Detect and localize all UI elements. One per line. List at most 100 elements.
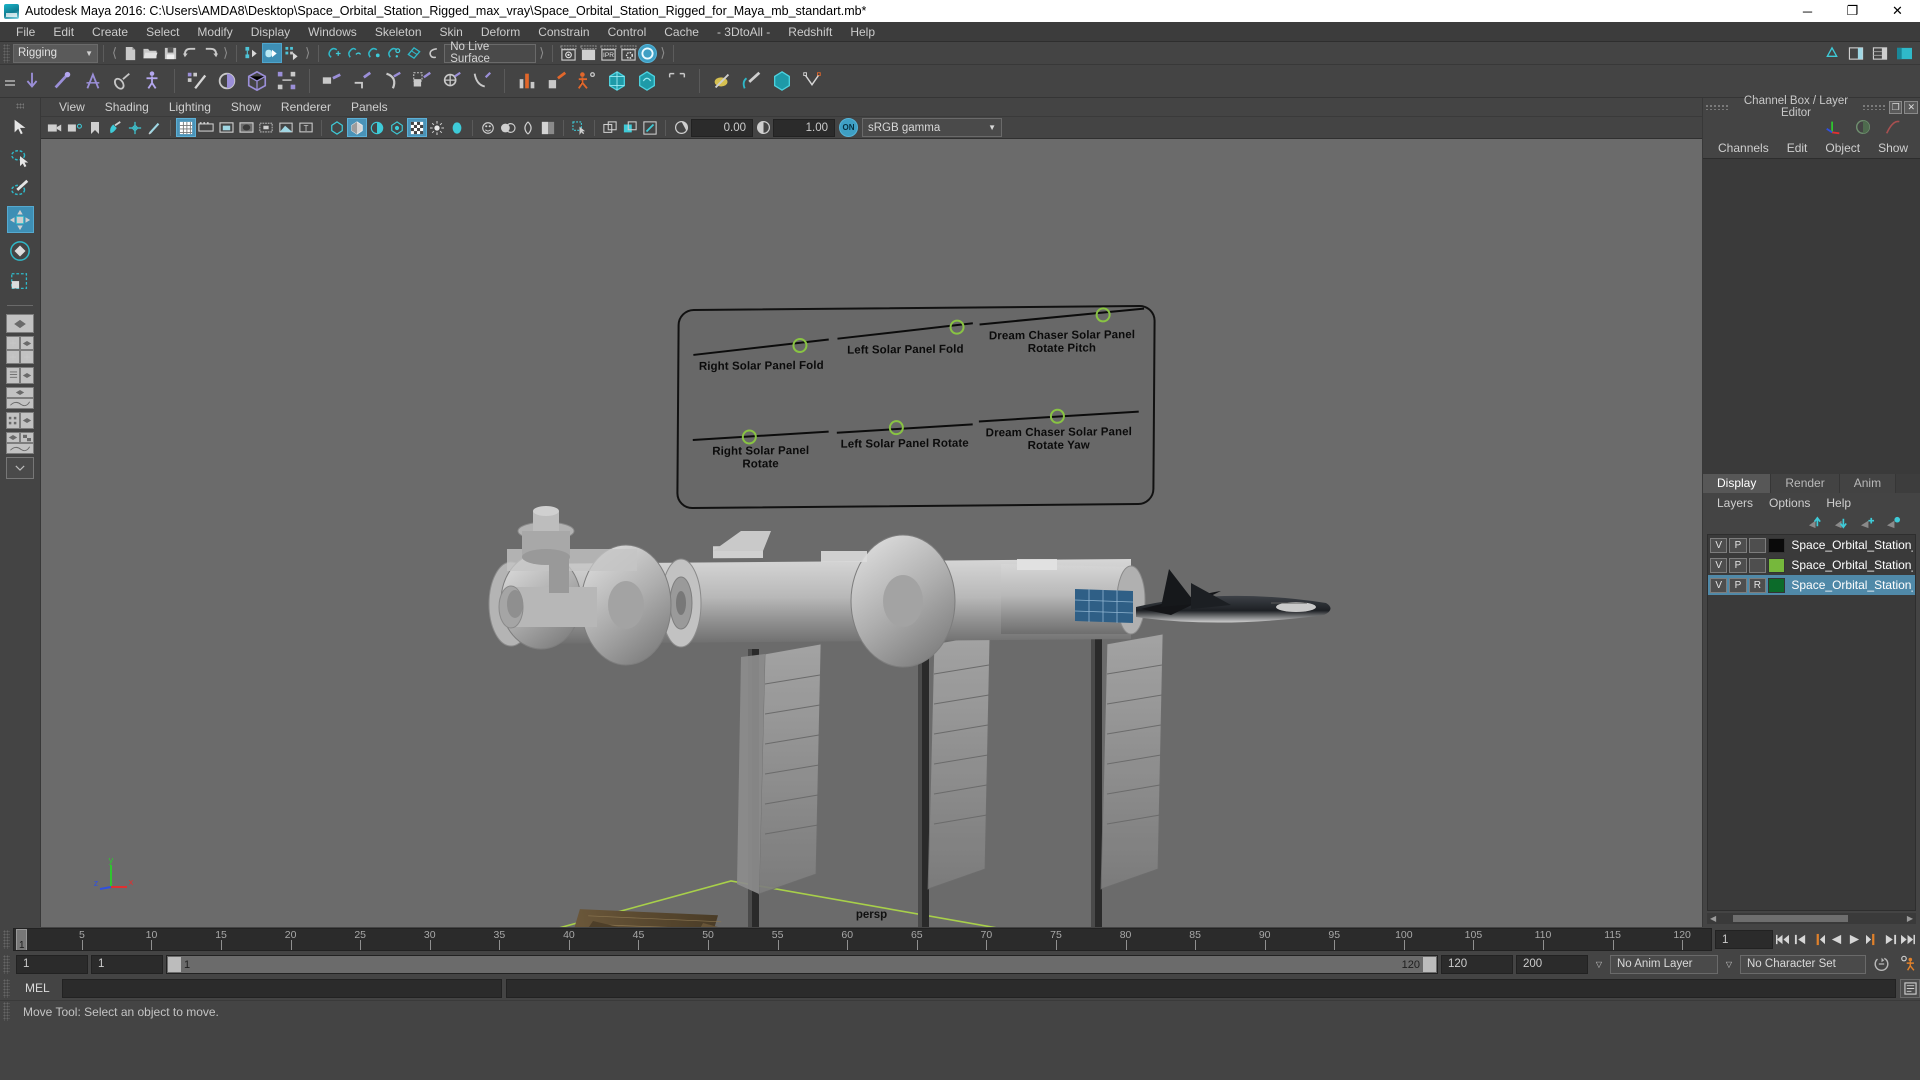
command-line-grip[interactable]: [3, 978, 10, 998]
xray-joints-icon[interactable]: [256, 118, 276, 137]
cb-menu-show[interactable]: Show: [1869, 141, 1917, 155]
menu-skeleton[interactable]: Skeleton: [366, 22, 431, 42]
sculpt-deformer-icon[interactable]: [632, 67, 662, 96]
slider-left-solar-panel-rotate[interactable]: Left Solar Panel Rotate: [836, 420, 973, 452]
text-overlay-icon[interactable]: T: [296, 118, 316, 137]
grid-toggle-icon[interactable]: [176, 118, 196, 137]
textured-mode-icon[interactable]: [407, 118, 427, 137]
pole-vector-constraint-icon[interactable]: [467, 67, 497, 96]
step-forward-frame-button[interactable]: [1863, 930, 1881, 949]
menu-redshift[interactable]: Redshift: [779, 22, 841, 42]
toggle-attribute-editor-icon[interactable]: [1846, 43, 1866, 63]
multisample-aa-icon[interactable]: [518, 118, 538, 137]
menu-windows[interactable]: Windows: [299, 22, 366, 42]
undo-icon[interactable]: [180, 43, 200, 63]
help-line-grip[interactable]: [3, 1002, 10, 1021]
depth-of-field-icon[interactable]: [538, 118, 558, 137]
exposure-field[interactable]: 0.00: [691, 118, 753, 137]
quick-layout-single-perspective[interactable]: [6, 314, 34, 333]
slider-right-solar-panel-fold[interactable]: Right Solar Panel Fold: [693, 337, 829, 374]
wrap-deformer-icon[interactable]: [542, 67, 572, 96]
quick-layout-four-view[interactable]: + + +: [6, 336, 34, 364]
hypershade-icon[interactable]: [638, 43, 658, 63]
shadows-toggle-icon[interactable]: [447, 118, 467, 137]
command-language-label[interactable]: MEL: [17, 981, 58, 995]
menu-3dtoall[interactable]: - 3DtoAll -: [708, 22, 779, 42]
playback-end-time-field[interactable]: 120: [1441, 954, 1513, 974]
layer-color-swatch[interactable]: [1768, 557, 1786, 573]
create-ik-handle-icon[interactable]: [47, 67, 77, 96]
skeleton-bind-icon[interactable]: [137, 67, 167, 96]
screen-space-ao-icon[interactable]: [478, 118, 498, 137]
play-backwards-button[interactable]: [1827, 930, 1845, 949]
paint-weights-tool-icon[interactable]: [737, 67, 767, 96]
make-live-icon[interactable]: [424, 43, 444, 63]
layer-display-type-toggle[interactable]: [1748, 557, 1767, 573]
move-layer-down-icon[interactable]: [1833, 516, 1850, 530]
script-editor-button[interactable]: [1900, 978, 1920, 998]
animation-start-time-field[interactable]: 1: [16, 954, 88, 974]
layer-row[interactable]: V P Space_Orbital_Station_: [1708, 555, 1915, 575]
toggle-tool-settings-icon[interactable]: [1894, 43, 1914, 63]
slider-knob[interactable]: [888, 420, 904, 436]
render-settings-icon[interactable]: [618, 43, 638, 63]
vp-menu-renderer[interactable]: Renderer: [271, 100, 341, 114]
undock-panel-button[interactable]: ❐: [1888, 100, 1903, 114]
new-scene-icon[interactable]: [120, 43, 140, 63]
scroll-right-icon[interactable]: ▶: [1904, 914, 1916, 923]
snap-to-curve-icon[interactable]: [344, 43, 364, 63]
cb-menu-channels[interactable]: Channels: [1709, 141, 1778, 155]
anim-curve-icon[interactable]: [1884, 118, 1902, 136]
range-slider-grip[interactable]: [3, 954, 10, 974]
layer-playback-toggle[interactable]: P: [1729, 577, 1747, 593]
exposure-icon[interactable]: [671, 118, 691, 137]
layer-name[interactable]: Space_Orbital_Station_: [1791, 538, 1913, 552]
select-by-component-icon[interactable]: [282, 43, 302, 63]
time-slider[interactable]: 1 5 10 15 20 25 30 35 40 45 50 55 60 65 …: [13, 928, 1712, 951]
shelf-handle[interactable]: [3, 70, 17, 92]
image-plane-icon[interactable]: [105, 118, 125, 137]
menu-modify[interactable]: Modify: [188, 22, 241, 42]
camera-attributes-icon[interactable]: [65, 118, 85, 137]
slider-right-solar-panel-rotate[interactable]: Right Solar Panel Rotate: [692, 429, 829, 472]
animation-end-time-field[interactable]: 200: [1516, 954, 1588, 974]
lasso-select-tool[interactable]: [7, 144, 34, 171]
lattice-deformer-icon[interactable]: [602, 67, 632, 96]
menu-create[interactable]: Create: [83, 22, 137, 42]
gamma-field[interactable]: 1.00: [773, 118, 835, 137]
move-layer-up-icon[interactable]: [1807, 516, 1824, 530]
layer-visibility-toggle[interactable]: V: [1710, 577, 1728, 593]
slider-knob[interactable]: [741, 429, 757, 445]
scale-constraint-icon[interactable]: [407, 67, 437, 96]
layer-display-type-toggle[interactable]: R: [1748, 577, 1767, 593]
close-button[interactable]: ✕: [1875, 0, 1920, 22]
go-to-start-button[interactable]: [1773, 930, 1791, 949]
create-ik-spline-handle-icon[interactable]: [77, 67, 107, 96]
two-d-pan-zoom-icon[interactable]: [125, 118, 145, 137]
use-all-lights-icon[interactable]: [387, 118, 407, 137]
cb-menu-object[interactable]: Object: [1816, 141, 1869, 155]
quick-layout-outliner-persp[interactable]: [6, 367, 34, 384]
menu-help[interactable]: Help: [841, 22, 884, 42]
range-left-handle[interactable]: [168, 956, 181, 972]
select-camera-icon[interactable]: [45, 118, 65, 137]
menu-deform[interactable]: Deform: [472, 22, 529, 42]
interactive-bind-icon[interactable]: [242, 67, 272, 96]
snap-to-projected-center-icon[interactable]: [384, 43, 404, 63]
anim-layer-chevron-icon[interactable]: ▽: [1591, 955, 1607, 974]
paint-select-tool[interactable]: [7, 175, 34, 202]
cluster-deformer-icon[interactable]: [572, 67, 602, 96]
step-back-frame-button[interactable]: [1809, 930, 1827, 949]
panel-grip-right[interactable]: [1861, 104, 1887, 110]
paint-skin-weights-icon[interactable]: [212, 67, 242, 96]
save-scene-icon[interactable]: [160, 43, 180, 63]
blend-shape-icon[interactable]: [512, 67, 542, 96]
open-scene-icon[interactable]: [140, 43, 160, 63]
display-layer-list[interactable]: V P Space_Orbital_Station_ V P Space_Orb…: [1707, 534, 1916, 911]
layer-row[interactable]: V P Space_Orbital_Station_: [1708, 535, 1915, 555]
statusline-grip[interactable]: [3, 43, 10, 63]
command-input[interactable]: [61, 978, 502, 998]
step-forward-key-button[interactable]: [1881, 930, 1899, 949]
step-back-key-button[interactable]: [1791, 930, 1809, 949]
wireframe-shading-icon[interactable]: [327, 118, 347, 137]
